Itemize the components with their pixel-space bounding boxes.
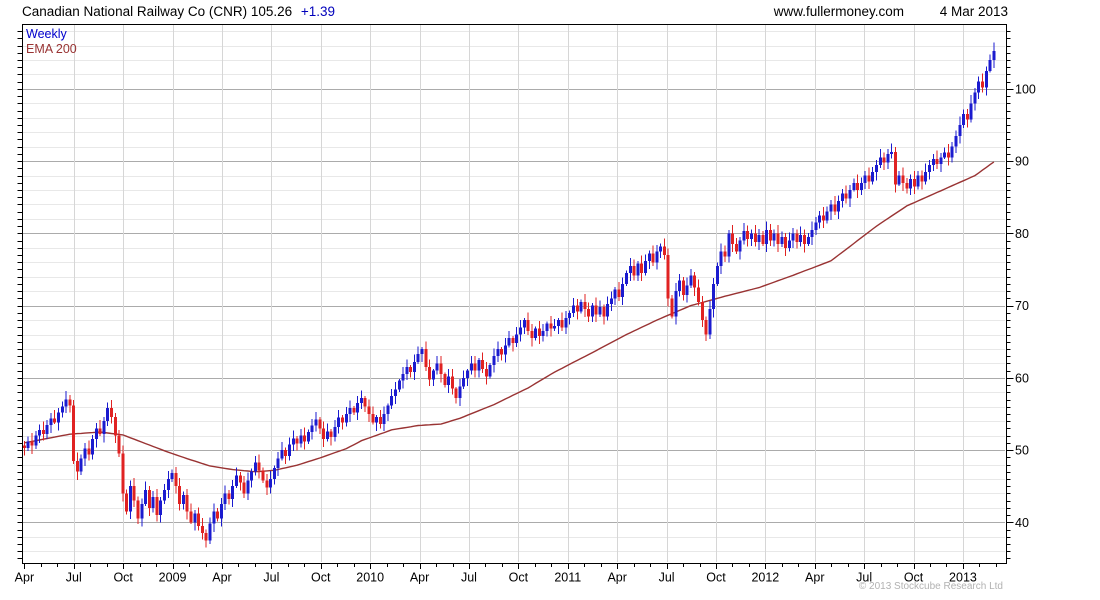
major-gridlines <box>23 89 1005 523</box>
copyright-notice: © 2013 Stockcube Research Ltd <box>858 581 1003 592</box>
svg-text:2012: 2012 <box>751 571 779 585</box>
svg-text:60: 60 <box>1015 371 1029 385</box>
svg-text:Jul: Jul <box>659 571 675 585</box>
svg-text:2011: 2011 <box>554 571 581 585</box>
svg-text:Jul: Jul <box>263 571 279 585</box>
svg-text:2009: 2009 <box>159 571 187 585</box>
svg-text:Jul: Jul <box>461 571 477 585</box>
svg-text:Apr: Apr <box>212 571 231 585</box>
svg-text:100: 100 <box>1015 82 1036 96</box>
ema-line <box>24 161 995 473</box>
svg-text:Apr: Apr <box>15 571 34 585</box>
svg-text:90: 90 <box>1015 155 1029 169</box>
svg-text:40: 40 <box>1015 516 1029 530</box>
svg-text:Oct: Oct <box>311 571 331 585</box>
price-chart: 40 50 60 70 80 90 100 Apr Jul Oct 2009 Apr Jul Oct 201… <box>15 24 1036 585</box>
svg-text:Apr: Apr <box>805 571 824 585</box>
legend-ema-200: EMA 200 <box>26 42 77 56</box>
svg-text:70: 70 <box>1015 299 1029 313</box>
y-axis-labels: 40 50 60 70 80 90 100 <box>1015 82 1036 529</box>
svg-text:50: 50 <box>1015 444 1029 458</box>
svg-text:Oct: Oct <box>509 571 529 585</box>
svg-text:Apr: Apr <box>607 571 626 585</box>
svg-text:80: 80 <box>1015 227 1029 241</box>
svg-text:2010: 2010 <box>356 571 384 585</box>
plot-border <box>22 24 1007 564</box>
svg-text:Oct: Oct <box>113 571 133 585</box>
svg-text:Oct: Oct <box>706 571 726 585</box>
svg-text:Jul: Jul <box>66 571 82 585</box>
x-axis-labels: Apr Jul Oct 2009 Apr Jul Oct 2010 Apr Jul Oct 2011 A… <box>15 571 977 585</box>
minor-gridlines <box>23 31 1005 552</box>
vertical-gridlines <box>74 25 964 562</box>
legend-weekly: Weekly <box>26 27 67 41</box>
svg-text:Apr: Apr <box>410 571 429 585</box>
